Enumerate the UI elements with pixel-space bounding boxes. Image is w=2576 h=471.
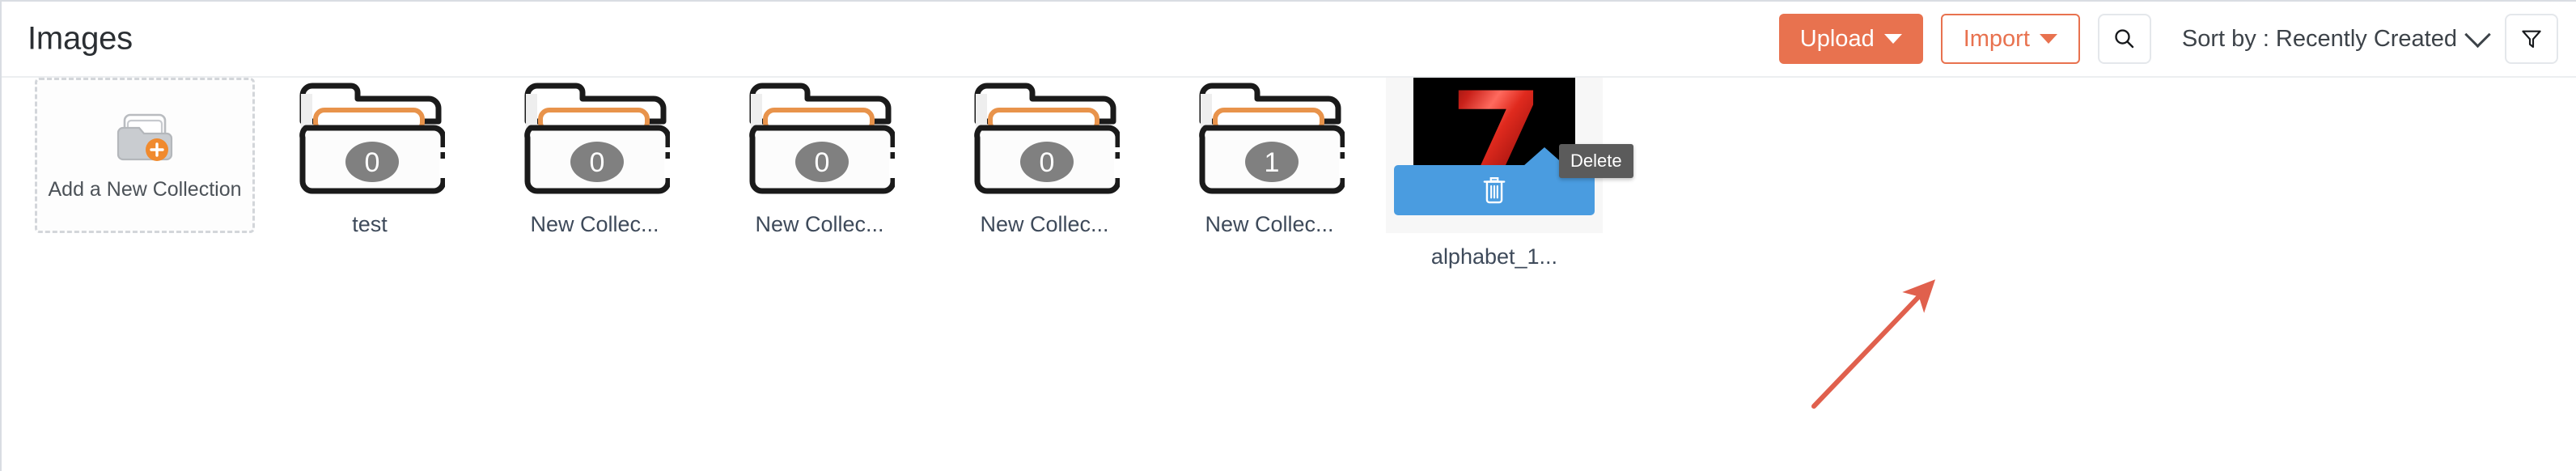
folder-icon: 0 [749,83,895,194]
collection-count: 0 [365,147,380,178]
header-actions: Upload Import Sort by : Recently Created [1778,14,2558,64]
trash-icon [1483,176,1506,204]
collection-count: 0 [590,147,605,178]
delete-tooltip: Delete [1559,144,1633,178]
page-header: Images Upload Import Sort by : Recently … [2,2,2576,78]
import-button-label: Import [1963,25,2030,52]
collection-count: 0 [1040,147,1055,178]
search-icon [2115,29,2134,49]
collection-label: New Collec... [980,212,1109,236]
folder-icon: 0 [299,83,445,194]
add-collection-tile-wrap: Add a New Collection [32,78,257,233]
image-label: alphabet_1... [1430,244,1558,269]
sort-by-label: Sort by : Recently Created [2181,25,2457,52]
collection-count: 1 [1265,147,1280,178]
upload-button[interactable]: Upload [1778,14,1923,64]
chevron-down-icon [2039,34,2057,44]
search-button[interactable] [2097,14,2151,64]
add-collection-label: Add a New Collection [48,177,242,201]
upload-button-label: Upload [1799,25,1875,52]
collection-tile[interactable]: 0 New Collec... [482,78,707,237]
folder-icon: 0 [974,83,1120,194]
collection-label: New Collec... [530,212,659,236]
filter-button[interactable] [2505,14,2558,64]
folder-icon: 0 [524,83,670,194]
sort-by-dropdown[interactable]: Sort by : Recently Created [2181,21,2491,53]
image-tile[interactable]: 7 Delete alphabet_1... [1382,78,1633,269]
folder-plus-icon [117,113,173,161]
collection-tile[interactable]: 0 New Collec... [932,78,1157,237]
add-new-collection-button[interactable]: Add a New Collection [35,78,255,233]
page-title: Images [28,20,133,57]
images-page: Images Upload Import Sort by : Recently … [0,0,2576,471]
collections-grid-area: Add a New Collection 0 test 0 New Collec… [2,78,2576,471]
collections-grid: Add a New Collection 0 test 0 New Collec… [32,78,1633,269]
collection-label: test [352,212,388,236]
collection-label: New Collec... [755,212,884,236]
import-button[interactable]: Import [1940,14,2080,64]
folder-icon: 1 [1199,83,1345,194]
collection-tile[interactable]: 0 New Collec... [707,78,932,237]
chevron-down-icon [2464,21,2491,48]
image-card[interactable]: 7 Delete [1386,78,1633,233]
filter-funnel-icon [2522,30,2541,49]
collection-count: 0 [815,147,830,178]
chevron-down-icon [1883,34,1902,44]
collection-label: New Collec... [1205,212,1334,236]
collection-tile[interactable]: 1 New Collec... [1157,78,1382,237]
collection-tile[interactable]: 0 test [257,78,482,237]
